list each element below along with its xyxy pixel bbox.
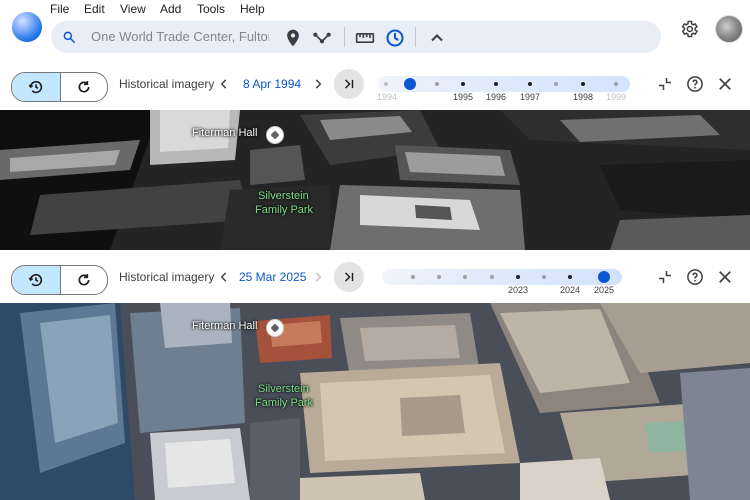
menu-add[interactable]: Add bbox=[160, 2, 181, 16]
selected-date: 8 Apr 1994 bbox=[243, 77, 302, 91]
ruler-icon[interactable] bbox=[355, 28, 375, 48]
timeline-tick bbox=[411, 275, 415, 279]
chevron-left-icon[interactable] bbox=[217, 77, 231, 91]
timeline-tick bbox=[384, 82, 388, 86]
year-label: 1998 bbox=[572, 92, 594, 102]
aerial-imagery-2025 bbox=[0, 303, 750, 500]
historical-imagery-icon[interactable] bbox=[385, 28, 405, 48]
path-icon[interactable] bbox=[312, 28, 332, 48]
year-label: 1999 bbox=[605, 92, 627, 102]
timeline-tick bbox=[435, 82, 439, 86]
timeline-tick bbox=[516, 275, 520, 279]
historical-imagery-panel-top: Historical imagery 8 Apr 1994 1994 1995 … bbox=[0, 59, 750, 109]
year-label: 1996 bbox=[485, 92, 507, 102]
school-icon[interactable] bbox=[266, 126, 284, 144]
map-label-park: Silverstein bbox=[258, 190, 309, 202]
menu-edit[interactable]: Edit bbox=[84, 2, 105, 16]
school-icon[interactable] bbox=[266, 319, 284, 337]
help-icon[interactable] bbox=[686, 75, 704, 93]
map-label-building: Fiterman Hall bbox=[192, 127, 258, 139]
view-mode-toggle bbox=[11, 72, 108, 102]
jump-to-latest-button[interactable] bbox=[334, 69, 364, 99]
timeline-tick bbox=[463, 275, 467, 279]
skip-to-end-icon bbox=[344, 79, 354, 89]
google-earth-logo[interactable] bbox=[12, 12, 42, 42]
current-mode-button[interactable] bbox=[61, 266, 107, 294]
current-mode-button[interactable] bbox=[61, 73, 107, 101]
historical-imagery-panel-bottom: Historical imagery 25 Mar 2025 2023 2024… bbox=[0, 252, 750, 302]
minimize-icon[interactable] bbox=[656, 75, 674, 93]
panel-title: Historical imagery bbox=[119, 270, 215, 284]
selected-date: 25 Mar 2025 bbox=[239, 270, 307, 284]
timeline-tick bbox=[437, 275, 441, 279]
map-view-1994[interactable]: Fiterman Hall Silverstein Family Park bbox=[0, 110, 750, 250]
aerial-imagery-1994 bbox=[0, 110, 750, 250]
avatar[interactable] bbox=[715, 15, 743, 43]
timeline-tick bbox=[494, 82, 498, 86]
timeline-tick bbox=[614, 82, 618, 86]
close-icon[interactable] bbox=[716, 268, 734, 286]
map-label-park: Family Park bbox=[255, 397, 314, 409]
menu-bar: File Edit View Add Tools Help bbox=[0, 0, 750, 18]
timeline-tick bbox=[490, 275, 494, 279]
history-icon bbox=[28, 273, 43, 287]
menu-file[interactable]: File bbox=[50, 2, 69, 16]
help-icon[interactable] bbox=[686, 268, 704, 286]
minimize-icon[interactable] bbox=[656, 268, 674, 286]
year-label: 2024 bbox=[559, 285, 581, 295]
refresh-icon bbox=[78, 274, 90, 286]
chevron-up-icon[interactable] bbox=[427, 28, 447, 48]
year-label: 2023 bbox=[507, 285, 529, 295]
search-input[interactable]: One World Trade Center, Fulton S bbox=[91, 29, 269, 47]
timeline-handle[interactable] bbox=[404, 78, 416, 90]
timeline-tick bbox=[568, 275, 572, 279]
history-icon bbox=[28, 80, 43, 94]
timeline-tick bbox=[581, 82, 585, 86]
timeline-tick bbox=[461, 82, 465, 86]
historical-mode-button[interactable] bbox=[12, 73, 61, 101]
timeline-tick bbox=[542, 275, 546, 279]
close-icon[interactable] bbox=[716, 75, 734, 93]
timeline-handle[interactable] bbox=[598, 271, 610, 283]
timeline-tick bbox=[554, 82, 558, 86]
skip-to-end-icon bbox=[344, 272, 354, 282]
map-label-park: Silverstein bbox=[258, 383, 309, 395]
year-label: 1995 bbox=[452, 92, 474, 102]
timeline-track[interactable] bbox=[382, 269, 622, 285]
year-label: 2025 bbox=[593, 285, 615, 295]
toolbar-divider bbox=[415, 27, 416, 47]
toolbar-divider bbox=[344, 27, 345, 47]
chevron-right-icon[interactable] bbox=[311, 270, 325, 284]
jump-to-latest-button[interactable] bbox=[334, 262, 364, 292]
map-label-building: Fiterman Hall bbox=[192, 320, 258, 332]
timeline-tick bbox=[528, 82, 532, 86]
year-label: 1997 bbox=[519, 92, 541, 102]
search-icon[interactable] bbox=[62, 30, 76, 44]
refresh-icon bbox=[78, 81, 90, 93]
panel-title: Historical imagery bbox=[119, 77, 215, 91]
chevron-left-icon[interactable] bbox=[217, 270, 231, 284]
year-label: 1994 bbox=[376, 92, 398, 102]
map-view-2025[interactable]: Fiterman Hall Silverstein Family Park bbox=[0, 303, 750, 500]
gear-icon[interactable] bbox=[679, 19, 699, 39]
menu-tools[interactable]: Tools bbox=[197, 2, 225, 16]
historical-mode-button[interactable] bbox=[12, 266, 61, 294]
chevron-right-icon[interactable] bbox=[311, 77, 325, 91]
view-mode-toggle bbox=[11, 265, 108, 295]
map-label-park: Family Park bbox=[255, 204, 314, 216]
menu-help[interactable]: Help bbox=[240, 2, 265, 16]
location-pin-icon[interactable] bbox=[283, 28, 303, 48]
menu-view[interactable]: View bbox=[120, 2, 146, 16]
